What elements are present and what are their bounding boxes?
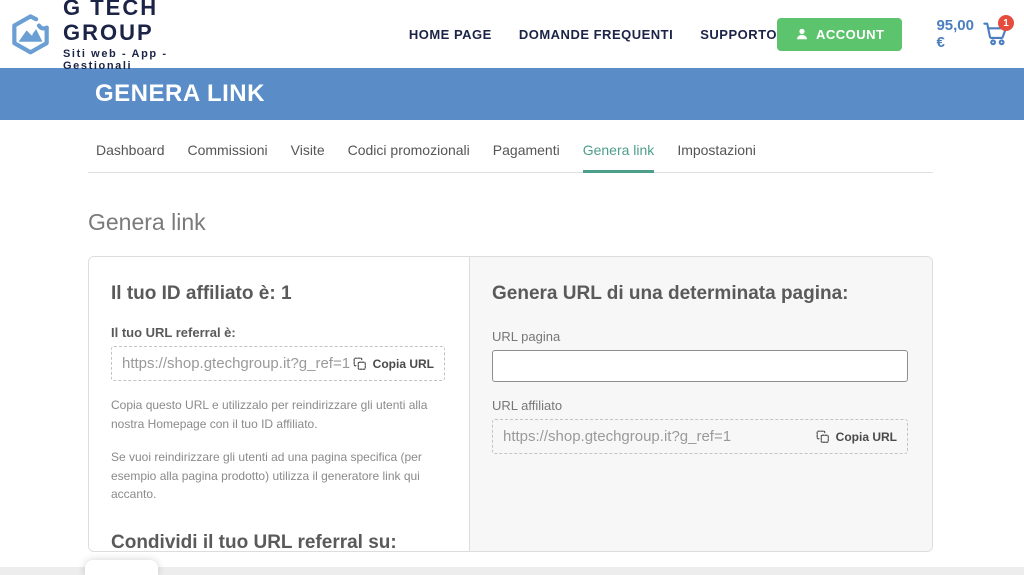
logo-subtitle: Siti web - App - Gestionali [63, 48, 219, 72]
tab-pagamenti[interactable]: Pagamenti [493, 132, 560, 173]
header-right: ACCOUNT 95,00 € 1 [777, 17, 1010, 51]
tab-visite[interactable]: Visite [291, 132, 325, 173]
header: G TECH GROUP Siti web - App - Gestionali… [0, 0, 1024, 68]
nav-domande-frequenti[interactable]: DOMANDE FREQUENTI [519, 27, 673, 42]
referral-url-value: https://shop.gtechgroup.it?g_ref=1 [122, 355, 350, 372]
copy-icon [816, 430, 830, 444]
referral-url-label: Il tuo URL referral è: [111, 325, 445, 340]
tab-dashboard[interactable]: Dashboard [96, 132, 165, 173]
user-icon [795, 27, 809, 41]
tab-impostazioni[interactable]: Impostazioni [677, 132, 756, 173]
url-affiliate-label: URL affiliato [492, 398, 908, 413]
cart-price: 95,00 € [936, 17, 976, 51]
generator-heading: Genera URL di una determinata pagina: [492, 283, 908, 305]
cart[interactable]: 95,00 € 1 [936, 17, 1010, 51]
logo[interactable]: G TECH GROUP Siti web - App - Gestionali [8, 0, 219, 72]
referral-url-box: https://shop.gtechgroup.it?g_ref=1 Copia… [111, 346, 445, 381]
tab-commissioni[interactable]: Commissioni [188, 132, 268, 173]
url-affiliate-box: https://shop.gtechgroup.it?g_ref=1 Copia… [492, 419, 908, 454]
copy-button-label: Copia URL [373, 357, 434, 371]
nav-supporto[interactable]: SUPPORTO [700, 27, 777, 42]
nav-home-page[interactable]: HOME PAGE [409, 27, 492, 42]
tab-genera-link[interactable]: Genera link [583, 132, 655, 173]
url-page-label: URL pagina [492, 329, 908, 344]
account-button-label: ACCOUNT [816, 27, 885, 42]
banner-title: GENERA LINK [95, 80, 265, 108]
account-button[interactable]: ACCOUNT [777, 18, 903, 51]
url-page-input[interactable] [492, 350, 908, 382]
url-affiliate-value: https://shop.gtechgroup.it?g_ref=1 [503, 428, 731, 445]
generate-link-card: Il tuo ID affiliato è: 1 Il tuo URL refe… [88, 256, 933, 552]
referral-description-1: Copia questo URL e utilizzalo per reindi… [111, 396, 445, 433]
cookie-widget-peek[interactable] [85, 560, 158, 575]
affiliate-id-heading: Il tuo ID affiliato è: 1 [111, 283, 445, 305]
logo-title: G TECH GROUP [63, 0, 219, 45]
copy-icon [353, 357, 367, 371]
copy-button-label: Copia URL [836, 430, 897, 444]
referral-panel: Il tuo ID affiliato è: 1 Il tuo URL refe… [89, 257, 469, 551]
share-heading: Condividi il tuo URL referral su: [111, 532, 445, 552]
page-title: Genera link [88, 209, 1024, 236]
cart-badge: 1 [998, 15, 1014, 31]
referral-description-2: Se vuoi reindirizzare gli utenti ad una … [111, 448, 445, 504]
gtech-logo-icon [8, 6, 53, 62]
page-banner: GENERA LINK [0, 68, 1024, 120]
copy-affiliate-url-button[interactable]: Copia URL [816, 430, 897, 444]
copy-referral-url-button[interactable]: Copia URL [353, 357, 434, 371]
tab-codici-promozionali[interactable]: Codici promozionali [348, 132, 470, 173]
tab-bar: Dashboard Commissioni Visite Codici prom… [88, 132, 933, 173]
url-generator-panel: Genera URL di una determinata pagina: UR… [469, 257, 932, 551]
main-nav: HOME PAGE DOMANDE FREQUENTI SUPPORTO [409, 27, 777, 42]
